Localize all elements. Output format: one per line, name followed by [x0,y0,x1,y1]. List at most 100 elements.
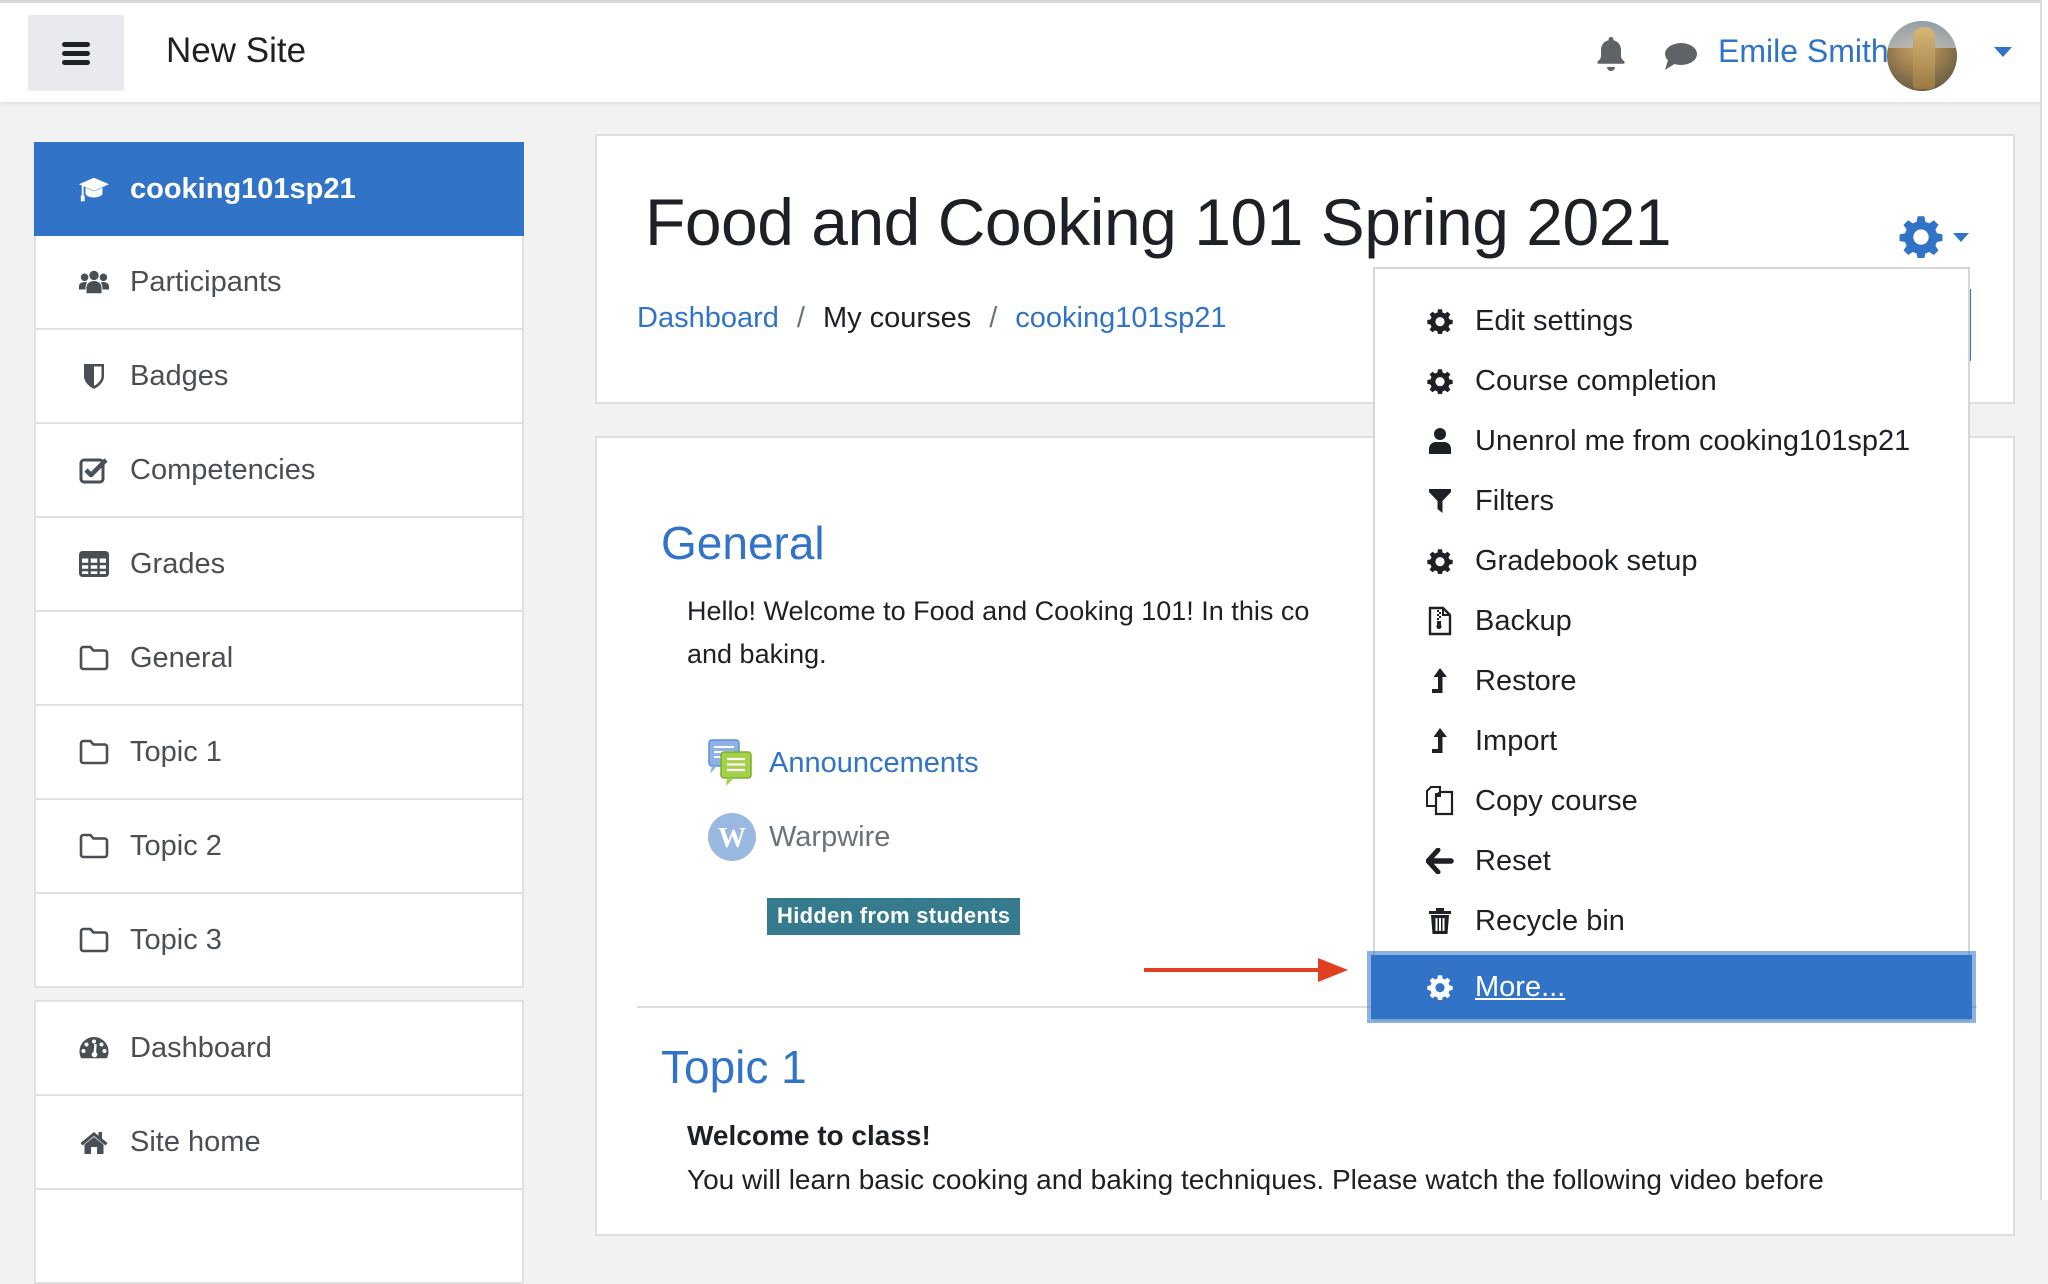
sidebar-item-topic-2[interactable]: Topic 2 [36,800,522,894]
home-icon [78,1127,110,1157]
gear-icon [1899,216,1943,258]
user-icon [1425,426,1455,456]
sidebar-item-label: Badges [130,359,229,392]
folder-icon [78,831,110,861]
gear-icon [1425,546,1455,576]
breadcrumb-separator: / [989,302,998,334]
bell-icon[interactable] [1594,35,1628,73]
gear-icon [1425,306,1455,336]
activity-announcements[interactable]: Announcements [707,738,979,788]
sidebar-item-topic-3[interactable]: Topic 3 [36,894,522,986]
sidebar-item-label: Dashboard [130,1031,272,1064]
activity-link[interactable]: Warpwire [769,821,890,854]
menu-item-label: More... [1475,970,1566,1003]
menu-item-unenrol[interactable]: Unenrol me from cooking101sp21 [1375,411,1968,471]
menu-item-label: Backup [1475,604,1572,637]
sidebar-item-participants[interactable]: Participants [36,236,522,330]
course-actions-menu: Edit settings Course completion Unenrol … [1371,267,1972,1021]
sidebar-item-label: General [130,641,234,674]
menu-item-label: Recycle bin [1475,904,1625,937]
forum-icon [708,739,752,786]
menu-item-reset[interactable]: Reset [1375,831,1968,891]
folder-icon [78,737,110,767]
sidebar-item-competencies[interactable]: Competencies [36,424,522,518]
svg-text:W: W [718,823,746,854]
top-navbar: New Site Emile Smith [0,0,2048,102]
menu-item-copy-course[interactable]: Copy course [1375,771,1968,831]
menu-item-label: Reset [1475,844,1551,877]
filter-icon [1425,486,1455,516]
nav-drawer: cooking101sp21 Participants Badges Compe… [34,142,524,1284]
course-nav-block: cooking101sp21 Participants Badges Compe… [34,142,524,988]
topic-summary: You will learn basic cooking and baking … [687,1164,1824,1195]
file-archive-icon [1425,606,1455,636]
sidebar-item-label: Topic 1 [130,735,222,768]
menu-item-label: Restore [1475,664,1577,697]
sidebar-item-general[interactable]: General [36,612,522,706]
sidebar-item-more[interactable] [36,1190,522,1282]
sidebar-item-label: Site home [130,1125,261,1158]
page-right-edge [2040,0,2048,1200]
sidebar-item-label: Competencies [130,453,316,486]
sidebar-item-site-home[interactable]: Site home [36,1096,522,1190]
breadcrumb: Dashboard / My courses / cooking101sp21 [637,302,1227,335]
shield-icon [78,361,110,391]
sidebar-item-topic-1[interactable]: Topic 1 [36,706,522,800]
sidebar-item-label: Topic 2 [130,829,222,862]
menu-item-filters[interactable]: Filters [1375,471,1968,531]
activity-warpwire[interactable]: W Warpwire [707,812,890,862]
section-title-topic-1[interactable]: Topic 1 [661,1040,807,1094]
sidebar-item-badges[interactable]: Badges [36,330,522,424]
site-nav-block: Dashboard Site home [34,1000,524,1284]
menu-item-edit-settings[interactable]: Edit settings [1375,291,1968,351]
menu-item-label: Gradebook setup [1475,544,1698,577]
level-up-icon [1425,666,1455,696]
caret-down-icon[interactable] [1994,47,2012,57]
menu-item-label: Import [1475,724,1558,757]
menu-item-restore[interactable]: Restore [1375,651,1968,711]
trash-icon [1425,906,1455,936]
check-square-icon [78,455,110,485]
menu-item-import[interactable]: Import [1375,711,1968,771]
breadcrumb-dashboard[interactable]: Dashboard [637,302,779,335]
user-menu-name[interactable]: Emile Smith [1718,33,1889,70]
menu-item-course-completion[interactable]: Course completion [1375,351,1968,411]
menu-item-label: Unenrol me from cooking101sp21 [1475,424,1911,457]
copy-icon [1425,786,1455,816]
activity-link[interactable]: Announcements [769,747,979,780]
sidebar-item-dashboard[interactable]: Dashboard [36,1002,522,1096]
menu-item-gradebook-setup[interactable]: Gradebook setup [1375,531,1968,591]
breadcrumb-course[interactable]: cooking101sp21 [1015,302,1226,335]
caret-down-icon [1953,233,1969,242]
section-title-general[interactable]: General [661,516,825,570]
sidebar-item-grades[interactable]: Grades [36,518,522,612]
arrow-left-icon [1425,846,1455,876]
course-actions-menu-toggle[interactable] [1899,214,1979,258]
menu-item-label: Filters [1475,484,1554,517]
folder-icon [78,643,110,673]
site-name[interactable]: New Site [166,31,306,71]
menu-item-backup[interactable]: Backup [1375,591,1968,651]
topic-welcome-heading: Welcome to class! [687,1120,931,1151]
menu-item-label: Edit settings [1475,304,1633,337]
drawer-toggle-button[interactable] [28,15,124,91]
sidebar-item-course[interactable]: cooking101sp21 [34,142,524,236]
dashboard-icon [78,1033,110,1063]
warpwire-icon: W [708,813,756,861]
annotation-arrow-icon [1144,958,1348,982]
users-icon [78,267,110,297]
hamburger-icon [62,38,90,69]
menu-item-more[interactable]: More... [1371,955,1972,1019]
level-up-icon [1425,726,1455,756]
page-title: Food and Cooking 101 Spring 2021 [645,185,1672,259]
sidebar-item-label: cooking101sp21 [130,172,356,205]
menu-item-recycle-bin[interactable]: Recycle bin [1375,891,1968,951]
avatar[interactable] [1887,21,1957,91]
menu-item-label: Course completion [1475,364,1717,397]
hidden-from-students-badge: Hidden from students [767,898,1021,935]
chat-icon[interactable] [1662,41,1698,71]
gear-icon [1425,366,1455,396]
folder-icon [78,925,110,955]
menu-item-label: Copy course [1475,784,1638,817]
table-icon [78,549,110,579]
